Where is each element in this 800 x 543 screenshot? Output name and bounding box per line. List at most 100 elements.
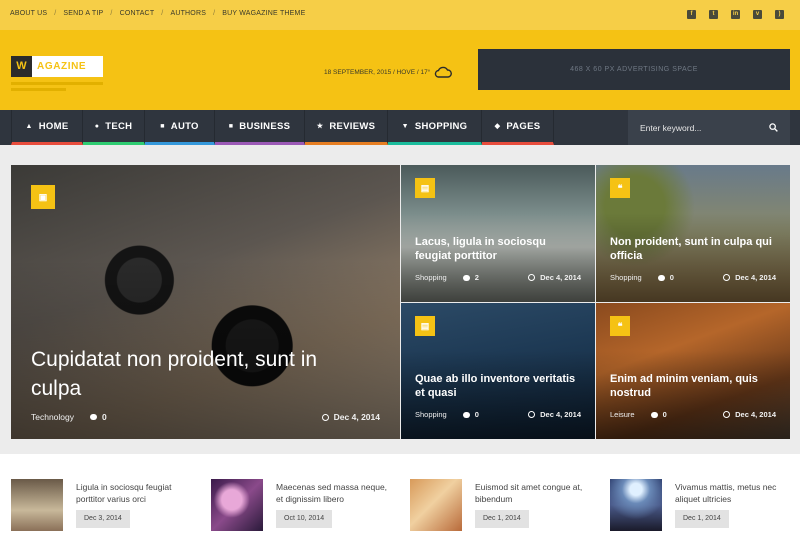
top-link-send-tip[interactable]: SEND A TIP [63,10,103,17]
dateline-text: 18 SEPTEMBER, 2015 / HOVE / 17° [324,68,431,76]
clock-icon [528,274,536,281]
list-date: Dec 3, 2014 [76,510,130,528]
card-date: Dec 4, 2014 [540,410,581,419]
featured-comments[interactable]: 0 [102,412,107,422]
nav-auto[interactable]: ■ AUTO [145,110,215,145]
home-icon: ▲ [25,122,33,130]
featured-card-4[interactable]: ❝ Enim ad minim veniam, quis nostrud Lei… [596,303,790,439]
nav-business[interactable]: ■ BUSINESS [215,110,305,145]
list-date: Oct 10, 2014 [276,510,333,528]
featured-category[interactable]: Technology [31,412,74,422]
nav-shopping[interactable]: ▼ SHOPPING [388,110,482,145]
clock-icon [321,413,329,421]
list-item: Euismod sit amet congue at, bibendum Dec… [410,479,595,531]
list-thumb[interactable] [410,479,462,531]
nav-pages[interactable]: ◆ PAGES [482,110,554,145]
top-link-contact[interactable]: CONTACT [120,10,155,17]
card-meta: Leisure 0 Dec 4, 2014 [610,410,776,419]
list-item: Ligula in sociosqu feugiat porttitor var… [11,479,196,531]
card-category[interactable]: Shopping [415,273,447,282]
featured-card-2[interactable]: ❝ Non proident, sunt in culpa qui offici… [596,165,790,302]
list-date: Dec 1, 2014 [475,510,529,528]
facebook-icon[interactable]: f [687,10,696,19]
site-logo[interactable]: W AGAZINE [11,56,103,77]
twitter-icon[interactable]: t [709,10,718,19]
card-comments[interactable]: 2 [475,273,479,282]
logo-text: AGAZINE [37,61,87,72]
card-comments[interactable]: 0 [663,410,667,419]
clock-icon [723,274,731,281]
nav-home[interactable]: ▲ HOME [11,110,83,145]
nav-tech-label: TECH [105,120,133,132]
vimeo-icon[interactable]: v [753,10,762,19]
cart-icon: ▼ [401,122,409,130]
card-date: Dec 4, 2014 [735,410,776,419]
list-title[interactable]: Vivamus mattis, metus nec aliquet ultric… [675,481,793,505]
ad-banner[interactable]: 468 X 60 PX ADVERTISING SPACE [478,49,790,90]
star-icon: ★ [316,123,324,130]
card-title[interactable]: Non proident, sunt in culpa qui officia [610,235,778,263]
card-meta: Shopping 0 Dec 4, 2014 [415,410,581,419]
list-date: Dec 1, 2014 [675,510,729,528]
comment-icon [90,414,98,420]
top-links: ABOUT US / SEND A TIP / CONTACT / AUTHORS / … [10,10,306,17]
cloud-icon [435,66,453,78]
list-thumb[interactable] [211,479,263,531]
image-icon: ▣ [31,185,55,209]
list-title[interactable]: Euismod sit amet congue at, bibendum [475,481,593,505]
nav-home-label: HOME [38,120,69,132]
briefcase-icon: ■ [228,122,234,130]
nav-tech[interactable]: ● TECH [83,110,145,145]
nav-business-label: BUSINESS [239,120,291,132]
search-icon[interactable] [769,123,778,132]
card-date: Dec 4, 2014 [540,273,581,282]
list-title[interactable]: Maecenas sed massa neque, et dignissim l… [276,481,394,505]
top-link-buy-theme[interactable]: BUY WAGAZINE THEME [222,10,305,17]
comment-icon [657,274,665,281]
nav-shopping-label: SHOPPING [414,120,468,132]
card-title[interactable]: Enim ad minim veniam, quis nostrud [610,372,778,400]
logo-mark: W [11,56,32,77]
list-title[interactable]: Ligula in sociosqu feugiat porttitor var… [76,481,194,505]
list-thumb[interactable] [610,479,662,531]
logo-underline-short [11,88,66,91]
card-comments[interactable]: 0 [475,410,479,419]
comment-icon [462,411,470,418]
featured-card-1[interactable]: ▤ Lacus, ligula in sociosqu feugiat port… [401,165,595,302]
card-comments[interactable]: 0 [670,273,674,282]
pages-icon: ◆ [494,123,501,130]
search-box [628,110,790,145]
card-category[interactable]: Leisure [610,410,635,419]
date-weather: 18 SEPTEMBER, 2015 / HOVE / 17° [324,66,453,78]
featured-card-3[interactable]: ▤ Quae ab illo inventore veritatis et qu… [401,303,595,439]
featured-date: Dec 4, 2014 [333,412,380,422]
logo-underline [11,82,103,85]
list-item: Vivamus mattis, metus nec aliquet ultric… [610,479,795,531]
clock-icon [528,411,536,418]
search-input[interactable] [628,110,763,145]
card-category[interactable]: Shopping [610,273,642,282]
linkedin-icon[interactable]: in [731,10,740,19]
social-icons: f t in v ) [687,10,784,19]
list-thumb[interactable] [11,479,63,531]
nav-reviews-label: REVIEWS [329,120,376,132]
top-bar: ABOUT US / SEND A TIP / CONTACT / AUTHORS / … [0,0,800,30]
featured-meta: Technology 0 Dec 4, 2014 [31,412,380,422]
top-link-about[interactable]: ABOUT US [10,10,47,17]
main-nav: ▲ HOME ● TECH ■ AUTO ■ BUSINESS ★ REVIEWS ▼ SH… [0,110,800,145]
card-meta: Shopping 2 Dec 4, 2014 [415,273,581,282]
nav-pages-label: PAGES [506,120,541,132]
card-meta: Shopping 0 Dec 4, 2014 [610,273,776,282]
car-icon: ■ [160,122,165,130]
nav-reviews[interactable]: ★ REVIEWS [305,110,388,145]
rss-icon[interactable]: ) [775,10,784,19]
featured-title[interactable]: Cupidatat non proident, sunt in culpa [31,345,360,403]
comment-icon [650,411,658,418]
featured-main[interactable]: ▣ Cupidatat non proident, sunt in culpa … [11,165,400,439]
top-link-authors[interactable]: AUTHORS [170,10,206,17]
card-title[interactable]: Quae ab illo inventore veritatis et quas… [415,372,583,400]
comment-icon [462,274,470,281]
card-category[interactable]: Shopping [415,410,447,419]
card-title[interactable]: Lacus, ligula in sociosqu feugiat portti… [415,235,583,263]
bulb-icon: ● [94,122,100,130]
